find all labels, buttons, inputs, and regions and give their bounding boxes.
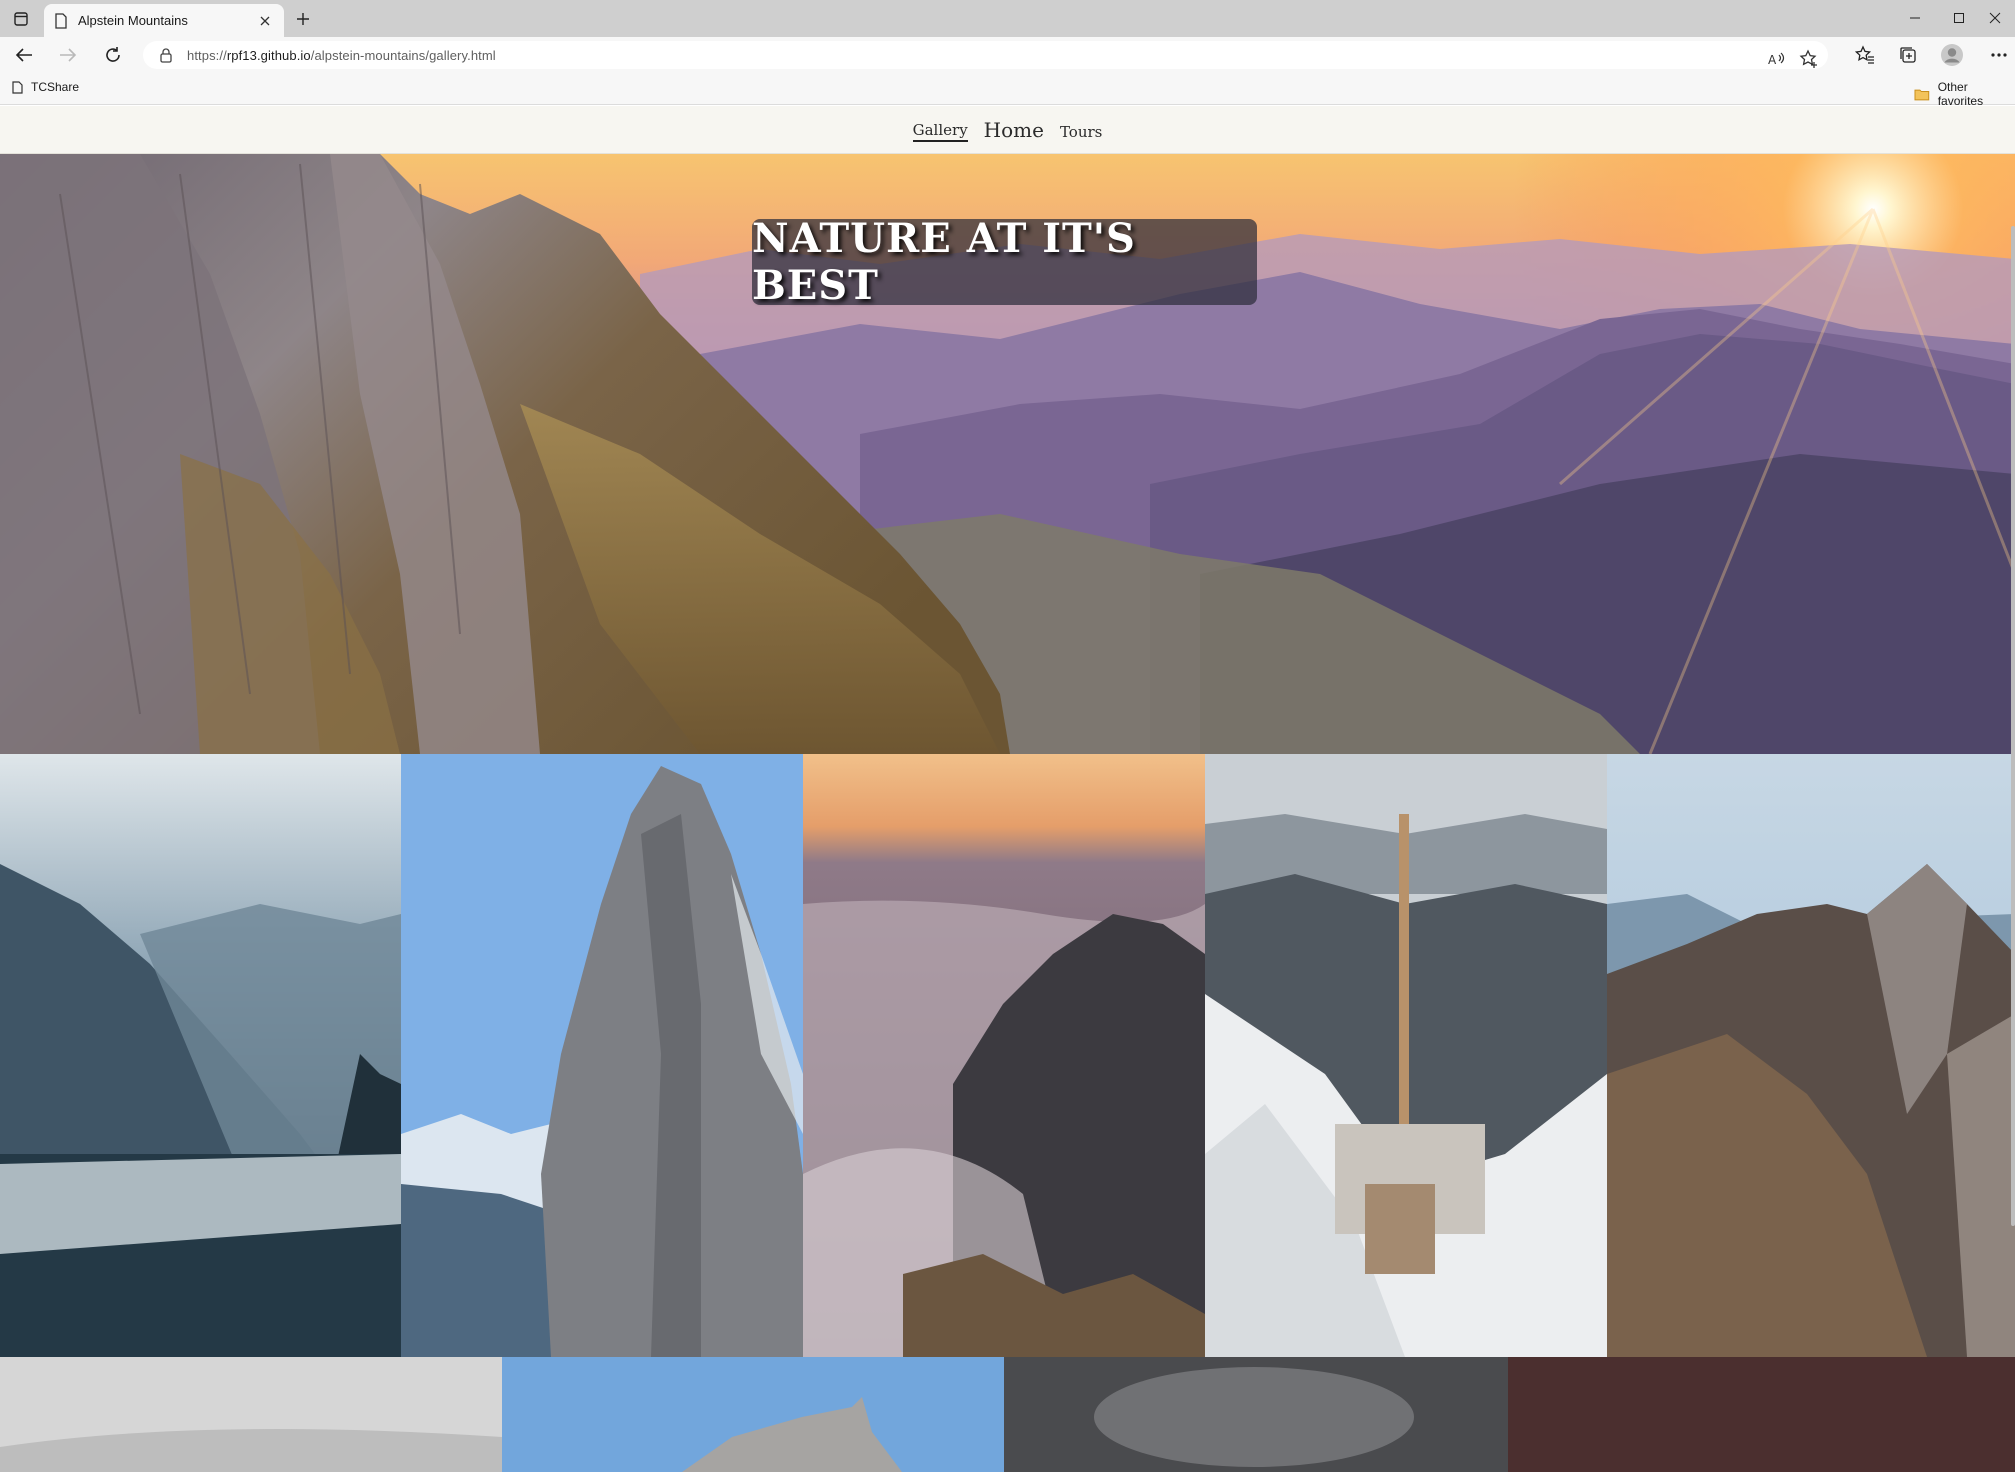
gallery-image-red-tones[interactable] <box>1508 1357 2015 1472</box>
close-tab-icon[interactable] <box>256 12 274 30</box>
settings-more-icon[interactable] <box>1986 43 2012 67</box>
page-icon <box>12 80 23 94</box>
gallery-image-mountain-ridge[interactable] <box>1607 754 2015 1357</box>
refresh-icon[interactable] <box>100 43 126 67</box>
address-bar[interactable]: https://rpf13.github.io/alpstein-mountai… <box>143 41 1828 69</box>
gallery-image-antenna-summit[interactable] <box>1205 754 1607 1357</box>
active-tab[interactable]: Alpstein Mountains <box>44 4 284 37</box>
favorite-label: Other favorites <box>1937 80 1984 108</box>
forward-icon[interactable] <box>55 43 81 67</box>
page-scrollbar[interactable] <box>2011 226 2015 1226</box>
gallery-image-foggy-slope[interactable] <box>0 1357 502 1472</box>
hero-title: NATURE AT IT'S BEST <box>752 215 1136 309</box>
close-window-icon[interactable] <box>1975 4 2015 32</box>
svg-text:A: A <box>1768 53 1777 67</box>
favorite-label: TCShare <box>31 80 80 94</box>
site-navigation: Gallery Home Tours <box>0 106 2015 154</box>
gallery-image-storm-clouds[interactable] <box>1004 1357 1508 1472</box>
gallery-image-rock-pinnacle[interactable] <box>502 1357 1004 1472</box>
hero-title-banner: NATURE AT IT'S BEST <box>752 215 1257 309</box>
gallery-row-2 <box>0 1357 2015 1472</box>
browser-toolbar: https://rpf13.github.io/alpstein-mountai… <box>0 37 2015 73</box>
hero-image: NATURE AT IT'S BEST <box>0 154 2015 754</box>
add-favorite-icon[interactable] <box>1797 47 1821 71</box>
minimize-icon[interactable] <box>1893 4 1937 32</box>
tab-strip: Alpstein Mountains <box>0 0 2015 37</box>
tab-title: Alpstein Mountains <box>78 13 188 28</box>
nav-link-gallery[interactable]: Gallery <box>912 117 968 142</box>
tab-actions-icon[interactable] <box>10 8 32 30</box>
url-text[interactable]: https://rpf13.github.io/alpstein-mountai… <box>187 48 496 63</box>
gallery-image-sea-of-clouds[interactable] <box>803 754 1205 1357</box>
page-icon <box>55 12 67 29</box>
nav-link-home[interactable]: Home <box>984 118 1044 142</box>
web-page: Gallery Home Tours NATURE AT IT'S BEST <box>0 106 2015 1472</box>
read-aloud-icon[interactable]: A <box>1765 47 1789 71</box>
gallery-image-rock-peak[interactable] <box>401 754 803 1357</box>
collections-icon[interactable] <box>1895 43 1921 67</box>
profile-avatar-icon[interactable] <box>1939 43 1965 67</box>
favorite-item-tcshare[interactable]: TCShare <box>12 80 79 94</box>
new-tab-icon[interactable] <box>292 8 314 30</box>
gallery-image-lake[interactable] <box>0 754 401 1357</box>
favorite-item-other[interactable]: Other favorites <box>1914 80 2015 108</box>
favorites-icon[interactable] <box>1852 43 1878 67</box>
back-icon[interactable] <box>11 43 37 67</box>
lock-icon[interactable] <box>159 47 173 63</box>
folder-icon <box>1914 89 1930 100</box>
gallery-row-1 <box>0 754 2015 1357</box>
favorites-bar: TCShare Other favorites <box>0 73 2015 108</box>
nav-link-tours[interactable]: Tours <box>1060 119 1102 141</box>
